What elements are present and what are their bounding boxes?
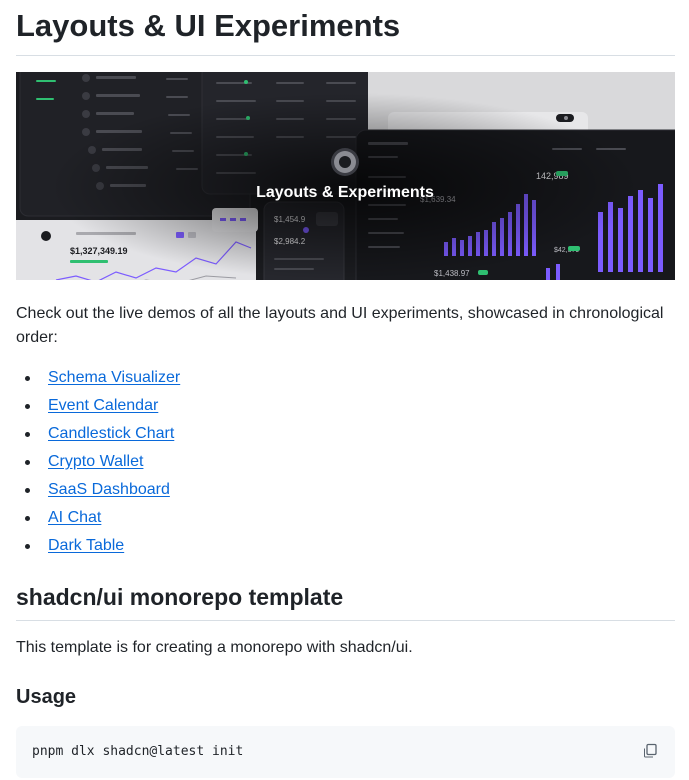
section-text: This template is for creating a monorepo… [16,639,413,656]
usage-title: Usage [16,686,77,708]
title-divider [16,55,675,56]
section-title: shadcn/ui monorepo template [16,584,344,610]
link-crypto-wallet[interactable]: Crypto Wallet [48,453,143,470]
link-saas-dashboard[interactable]: SaaS Dashboard [48,481,170,498]
list-item: Crypto Wallet [24,450,180,478]
copy-button[interactable] [637,738,663,764]
section-divider [16,620,675,621]
link-candlestick-chart[interactable]: Candlestick Chart [48,425,174,442]
list-item: Candlestick Chart [24,422,180,450]
page-title: Layouts & UI Experiments [16,8,401,43]
intro-text: Check out the live demos of all the layo… [16,305,664,346]
svg-text:Layouts & Experiments: Layouts & Experiments [256,184,434,201]
list-item: AI Chat [24,506,180,534]
code-text[interactable]: pnpm dlx shadcn@latest init [32,743,243,761]
layers-logo-icon [331,148,359,176]
link-event-calendar[interactable]: Event Calendar [48,397,158,414]
code-block: pnpm dlx shadcn@latest init [16,726,675,778]
copy-icon [644,743,657,758]
list-item: Event Calendar [24,394,180,422]
link-dark-table[interactable]: Dark Table [48,537,124,554]
link-schema-visualizer[interactable]: Schema Visualizer [48,369,180,386]
hero-banner-image: $1,639.34 142,989 $42,379 $1,438.97 [16,72,675,280]
list-item: SaaS Dashboard [24,478,180,506]
list-item: Dark Table [24,534,180,562]
link-ai-chat[interactable]: AI Chat [48,509,101,526]
demo-links-list: Schema Visualizer Event Calendar Candles… [24,366,180,562]
list-item: Schema Visualizer [24,366,180,394]
